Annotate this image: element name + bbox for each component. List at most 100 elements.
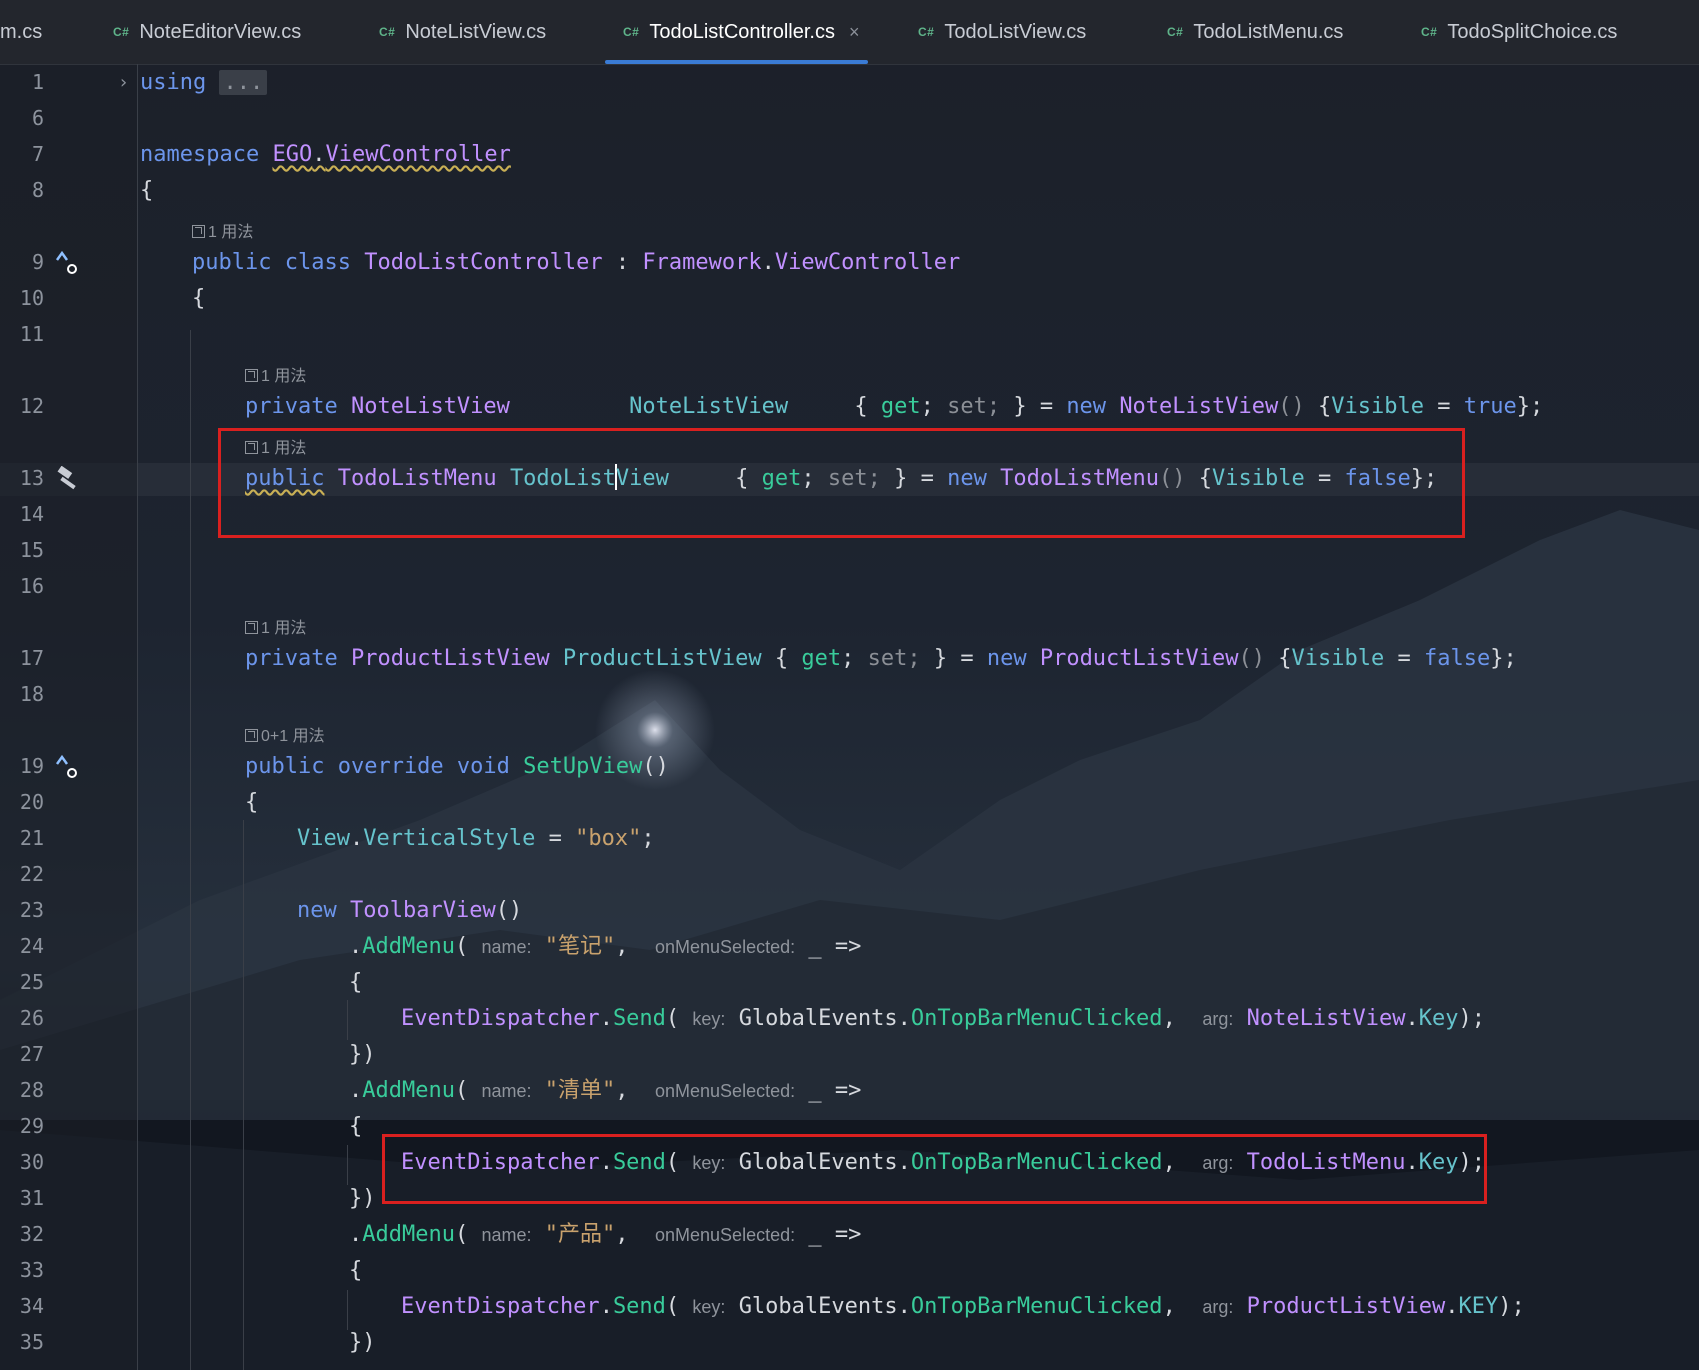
set-accessor: set xyxy=(867,646,908,671)
line-number[interactable]: 26 xyxy=(0,1006,44,1030)
addmenu-call: AddMenu xyxy=(362,934,455,959)
line-number[interactable]: 13 xyxy=(0,466,44,490)
indent-guide xyxy=(347,1145,348,1185)
code-line-23[interactable]: new ToolbarView() xyxy=(297,896,522,926)
line-number[interactable]: 33 xyxy=(0,1258,44,1282)
code-line-33[interactable]: { xyxy=(349,1256,362,1286)
code-line-19[interactable]: public override void SetUpView() xyxy=(245,752,669,782)
arg-class: NoteListView xyxy=(1246,1006,1406,1031)
parens: () xyxy=(1278,394,1305,419)
indent-guide xyxy=(347,1290,348,1330)
line-number[interactable]: 20 xyxy=(0,790,44,814)
usage-hint[interactable]: 1 用法 xyxy=(192,218,253,242)
code-line-35[interactable]: }) xyxy=(349,1328,376,1358)
usage-hint[interactable]: 1 用法 xyxy=(245,614,306,638)
parens: () xyxy=(642,754,669,779)
overrides-base-icon[interactable] xyxy=(55,250,79,276)
line-number[interactable]: 17 xyxy=(0,646,44,670)
folded-region[interactable]: ... xyxy=(219,70,268,95)
key-field: Key xyxy=(1418,1006,1459,1031)
code-line-24[interactable]: .AddMenu( name: "笔记", onMenuSelected: _ … xyxy=(349,932,861,962)
line-number[interactable]: 18 xyxy=(0,682,44,706)
code-line-21[interactable]: View.VerticalStyle = "box"; xyxy=(297,824,655,854)
code-line-29[interactable]: { xyxy=(349,1112,362,1142)
fold-chevron-right-icon[interactable]: › xyxy=(118,72,129,93)
code-line-8[interactable]: { xyxy=(140,176,153,206)
tab-notelistview[interactable]: C# NoteListView.cs xyxy=(379,0,546,64)
usage-hint[interactable]: 0+1 用法 xyxy=(245,722,325,746)
code-line-12[interactable]: private NoteListView NoteListView { get;… xyxy=(245,392,1543,422)
line-number[interactable]: 6 xyxy=(0,106,44,130)
line-number[interactable]: 14 xyxy=(0,502,44,526)
get-accessor: get xyxy=(880,394,921,419)
tab-label: TodoSplitChoice.cs xyxy=(1447,20,1618,43)
param-hint-name: name: xyxy=(481,1225,532,1245)
keyword-public-override-void: public override void xyxy=(245,754,510,779)
line-number[interactable]: 31 xyxy=(0,1186,44,1210)
line-number[interactable]: 27 xyxy=(0,1042,44,1066)
tab-todosplitchoice[interactable]: C# TodoSplitChoice.cs xyxy=(1421,0,1617,64)
code-line-28[interactable]: .AddMenu( name: "清单", onMenuSelected: _ … xyxy=(349,1076,861,1106)
end-brace: }; xyxy=(1490,646,1517,671)
code-line-34[interactable]: EventDispatcher.Send( key: GlobalEvents.… xyxy=(401,1292,1525,1322)
hammer-icon[interactable] xyxy=(55,466,81,492)
line-number[interactable]: 32 xyxy=(0,1222,44,1246)
tab-todolistcontroller[interactable]: C# TodoListController.cs × xyxy=(605,0,868,64)
overrides-base-icon[interactable] xyxy=(55,754,79,780)
tab-todolistmenu[interactable]: C# TodoListMenu.cs xyxy=(1167,0,1343,64)
usages-icon xyxy=(245,369,258,382)
line-number[interactable]: 15 xyxy=(0,538,44,562)
code-line-27[interactable]: }) xyxy=(349,1040,376,1070)
param-hint-key: key: xyxy=(692,1009,726,1029)
base-class: ViewController xyxy=(774,250,961,275)
usage-hint[interactable]: 1 用法 xyxy=(245,362,306,386)
tab-m-cs[interactable]: m.cs xyxy=(0,0,42,64)
line-number[interactable]: 35 xyxy=(0,1330,44,1354)
lambda: _ => xyxy=(808,934,862,959)
code-line-9[interactable]: public class TodoListController : Framew… xyxy=(192,248,960,278)
line-number[interactable]: 10 xyxy=(0,286,44,310)
close-icon[interactable]: × xyxy=(849,22,860,43)
code-line-1[interactable]: using ... xyxy=(140,68,268,98)
line-number[interactable]: 34 xyxy=(0,1294,44,1318)
line-number[interactable]: 8 xyxy=(0,178,44,202)
line-number[interactable]: 21 xyxy=(0,826,44,850)
line-number[interactable]: 7 xyxy=(0,142,44,166)
line-number[interactable]: 12 xyxy=(0,394,44,418)
line-number[interactable]: 23 xyxy=(0,898,44,922)
line-number[interactable]: 19 xyxy=(0,754,44,778)
code-line-31[interactable]: }) xyxy=(349,1184,376,1214)
line-number[interactable]: 16 xyxy=(0,574,44,598)
line-number[interactable]: 25 xyxy=(0,970,44,994)
type-name: NoteListView xyxy=(350,394,510,419)
editor-tab-bar: m.cs C# NoteEditorView.cs C# NoteListVie… xyxy=(0,0,1699,65)
keyword-public-class: public class xyxy=(192,250,351,275)
addmenu-call: AddMenu xyxy=(362,1078,455,1103)
string-literal: "清单" xyxy=(544,1078,616,1103)
line-number[interactable]: 22 xyxy=(0,862,44,886)
line-number[interactable]: 11 xyxy=(0,322,44,346)
tab-todolistview[interactable]: C# TodoListView.cs xyxy=(918,0,1086,64)
indent-guide xyxy=(190,330,191,1370)
line-number[interactable]: 24 xyxy=(0,934,44,958)
code-line-10[interactable]: { xyxy=(192,284,205,314)
code-line-25[interactable]: { xyxy=(349,968,362,998)
usage-count: 1 用法 xyxy=(261,620,307,637)
code-line-26[interactable]: EventDispatcher.Send( key: GlobalEvents.… xyxy=(401,1004,1485,1034)
line-number[interactable]: 9 xyxy=(0,250,44,274)
line-number[interactable]: 29 xyxy=(0,1114,44,1138)
visible-prop: Visible xyxy=(1331,394,1424,419)
line-number[interactable]: 30 xyxy=(0,1150,44,1174)
line-number[interactable]: 1 xyxy=(0,70,44,94)
lambda: _ => xyxy=(808,1222,862,1247)
line-number[interactable]: 28 xyxy=(0,1078,44,1102)
lambda: _ => xyxy=(808,1078,862,1103)
code-line-17[interactable]: private ProductListView ProductListView … xyxy=(245,644,1517,674)
param-hint-arg: arg: xyxy=(1202,1009,1234,1029)
tab-noteeditorview[interactable]: C# NoteEditorView.cs xyxy=(113,0,301,64)
code-line-32[interactable]: .AddMenu( name: "产品", onMenuSelected: _ … xyxy=(349,1220,861,1250)
code-line-7[interactable]: namespace EGO.ViewController xyxy=(140,140,511,170)
literal-true: true xyxy=(1463,394,1517,419)
code-line-20[interactable]: { xyxy=(245,788,258,818)
param-hint-onmenuselected: onMenuSelected: xyxy=(655,1225,796,1245)
